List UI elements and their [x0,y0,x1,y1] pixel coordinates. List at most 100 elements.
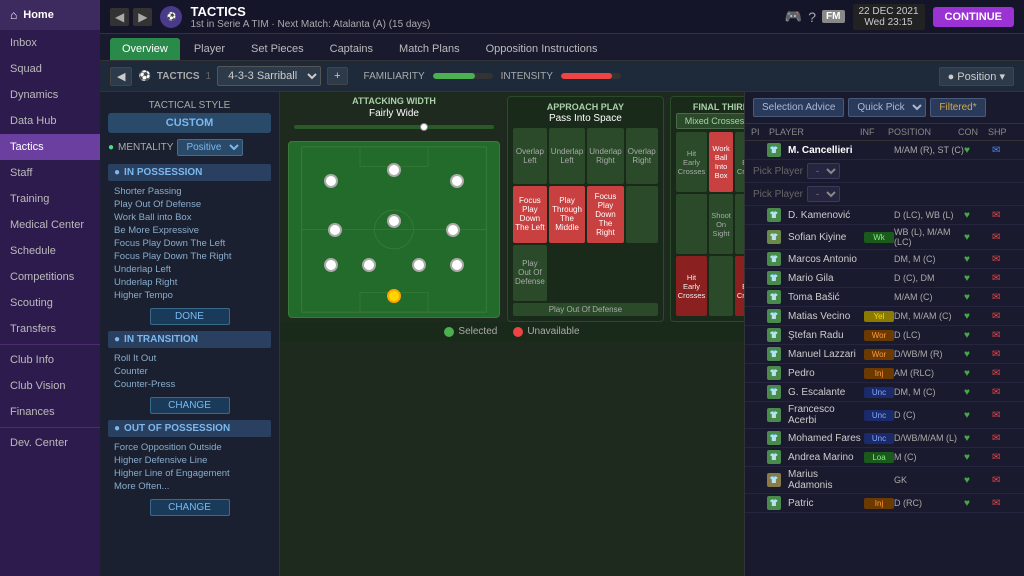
player-def-4[interactable] [450,258,464,272]
oop-item-1[interactable]: Higher Defensive Line [108,454,271,467]
player-gk[interactable] [387,289,401,303]
sidebar-item-datahub[interactable]: Data Hub [0,108,100,134]
player-row-fares[interactable]: 👕 Mohamed Fares Unc D/WB/M/AM (L) ♥ ✉ [745,429,1024,448]
approach-cell-7[interactable] [626,186,658,242]
sidebar-item-medical[interactable]: Medical Center [0,212,100,238]
ft-cell-7[interactable] [709,256,733,316]
player-row-marino[interactable]: 👕 Andrea Marino Loa M (C) ♥ ✉ [745,448,1024,467]
back-button[interactable]: ◀ [110,8,129,26]
sidebar-item-squad[interactable]: Squad [0,56,100,82]
ip-item-6[interactable]: Underlap Left [108,263,271,276]
pick-player-select-2[interactable]: - [807,186,840,202]
quick-pick-select[interactable]: Quick Pick [848,98,926,117]
ft-cell-5[interactable] [735,194,744,254]
player-row-vecino[interactable]: 👕 Matias Vecino Yel DM, M/AM (C) ♥ ✉ [745,307,1024,326]
ft-cell-4[interactable]: Shoot On Sight [709,194,733,254]
sidebar-item-schedule[interactable]: Schedule [0,238,100,264]
tab-player[interactable]: Player [182,38,237,60]
sidebar-item-transfers[interactable]: Transfers [0,316,100,342]
approach-cell-5[interactable]: Play Through The Middle [549,186,585,242]
approach-cell-6[interactable]: Focus Play Down The Right [587,186,623,242]
approach-cell-bottom[interactable]: Play Out Of Defense [513,303,658,316]
player-row-kamenovic[interactable]: 👕 D. Kamenović D (LC), WB (L) ♥ ✉ [745,206,1024,225]
player-fwd-3[interactable] [450,174,464,188]
pick-player-select-1[interactable]: - [807,163,840,179]
player-row-acerbi[interactable]: 👕 Francesco Acerbi Unc D (C) ♥ ✉ [745,402,1024,429]
approach-cell-1[interactable]: Underlap Left [549,128,585,184]
custom-button[interactable]: CUSTOM [108,113,271,133]
forward-button[interactable]: ▶ [133,8,152,26]
it-item-2[interactable]: Counter-Press [108,378,271,391]
ip-item-7[interactable]: Underlap Right [108,276,271,289]
it-item-1[interactable]: Counter [108,365,271,378]
filtered-button[interactable]: Filtered* [930,98,985,117]
ft-cell-6[interactable]: Hit Early Crosses [676,256,708,316]
player-mid-3[interactable] [446,223,460,237]
ip-item-3[interactable]: Be More Expressive [108,224,271,237]
tab-setpieces[interactable]: Set Pieces [239,38,316,60]
collapse-button[interactable]: ◀ [110,67,132,86]
player-row-adamonis[interactable]: 👕 Marius Adamonis GK ♥ ✉ [745,467,1024,494]
done-button[interactable]: DONE [150,308,230,325]
tab-opposition[interactable]: Opposition Instructions [474,38,610,60]
ft-cell-2[interactable]: Hit Early Crosses [735,132,744,192]
ft-cell-1[interactable]: Work Ball Into Box [709,132,733,192]
player-row-pedro[interactable]: 👕 Pedro Inj AM (RLC) ♥ ✉ [745,364,1024,383]
oop-item-3[interactable]: More Often... [108,480,271,493]
it-item-0[interactable]: Roll It Out [108,352,271,365]
approach-cell-2[interactable]: Underlap Right [587,128,623,184]
tab-captains[interactable]: Captains [318,38,385,60]
add-formation-button[interactable]: + [327,67,347,85]
player-def-3[interactable] [412,258,426,272]
player-row-cancellieri[interactable]: 👕 M. Cancellieri M/AM (R), ST (C) ♥ ✉ [745,141,1024,160]
player-fwd-2[interactable] [387,163,401,177]
ip-item-0[interactable]: Shorter Passing [108,185,271,198]
oop-item-0[interactable]: Force Opposition Outside [108,441,271,454]
approach-cell-0[interactable]: Overlap Left [513,128,547,184]
ip-item-2[interactable]: Work Ball into Box [108,211,271,224]
final-third-select[interactable]: Mixed Crosses [676,113,744,129]
player-row-patric[interactable]: 👕 Patric Inj D (RC) ♥ ✉ [745,494,1024,513]
player-mid-1[interactable] [328,223,342,237]
oop-item-2[interactable]: Higher Line of Engagement [108,467,271,480]
ft-cell-8[interactable]: Hit Early Crosses [735,256,744,316]
approach-cell-4[interactable]: Focus Play Down The Left [513,186,547,242]
player-row-basic[interactable]: 👕 Toma Bašić M/AM (C) ♥ ✉ [745,288,1024,307]
sidebar-item-staff[interactable]: Staff [0,160,100,186]
formation-select[interactable]: 4-3-3 Sarriball [217,66,321,86]
sidebar-item-scouting[interactable]: Scouting [0,290,100,316]
position-button[interactable]: ● Position ▾ [939,67,1014,86]
ip-item-8[interactable]: Higher Tempo [108,289,271,302]
sidebar-item-clubinfo[interactable]: Club Info [0,347,100,373]
ip-item-5[interactable]: Focus Play Down The Right [108,250,271,263]
sidebar-item-dynamics[interactable]: Dynamics [0,82,100,108]
controller-icon[interactable]: 🎮 [785,8,802,25]
approach-cell-8[interactable]: Play Out Of Defense [513,245,547,301]
mentality-select[interactable]: Positive [177,139,243,156]
player-fwd-1[interactable] [324,174,338,188]
player-row-radu[interactable]: 👕 Ştefan Radu Wor D (LC) ♥ ✉ [745,326,1024,345]
selection-advice-button[interactable]: Selection Advice [753,98,844,117]
sidebar-item-competitions[interactable]: Competitions [0,264,100,290]
ft-cell-0[interactable]: Hit Early Crosses [676,132,708,192]
player-row-escalante[interactable]: 👕 G. Escalante Unc DM, M (C) ♥ ✉ [745,383,1024,402]
tab-overview[interactable]: Overview [110,38,180,60]
player-mid-2[interactable] [387,214,401,228]
approach-cell-3[interactable]: Overlap Right [626,128,658,184]
sidebar-item-inbox[interactable]: Inbox [0,30,100,56]
sidebar-item-clubvision[interactable]: Club Vision [0,373,100,399]
player-row-lazzari[interactable]: 👕 Manuel Lazzari Wor D/WB/M (R) ♥ ✉ [745,345,1024,364]
sidebar-item-tactics[interactable]: Tactics [0,134,100,160]
sidebar-item-training[interactable]: Training [0,186,100,212]
player-def-1[interactable] [324,258,338,272]
sidebar-home[interactable]: ⌂ Home [0,0,100,30]
tab-matchplans[interactable]: Match Plans [387,38,472,60]
player-row-kiyine[interactable]: 👕 Sofian Kiyine Wk WB (L), M/AM (LC) ♥ ✉ [745,225,1024,250]
ip-item-4[interactable]: Focus Play Down The Left [108,237,271,250]
sidebar-item-devcenter[interactable]: Dev. Center [0,430,100,456]
ft-cell-3[interactable] [676,194,708,254]
help-icon[interactable]: ? [808,9,816,25]
player-def-2[interactable] [362,258,376,272]
player-row-gila[interactable]: 👕 Mario Gila D (C), DM ♥ ✉ [745,269,1024,288]
change-button-1[interactable]: CHANGE [150,397,230,414]
